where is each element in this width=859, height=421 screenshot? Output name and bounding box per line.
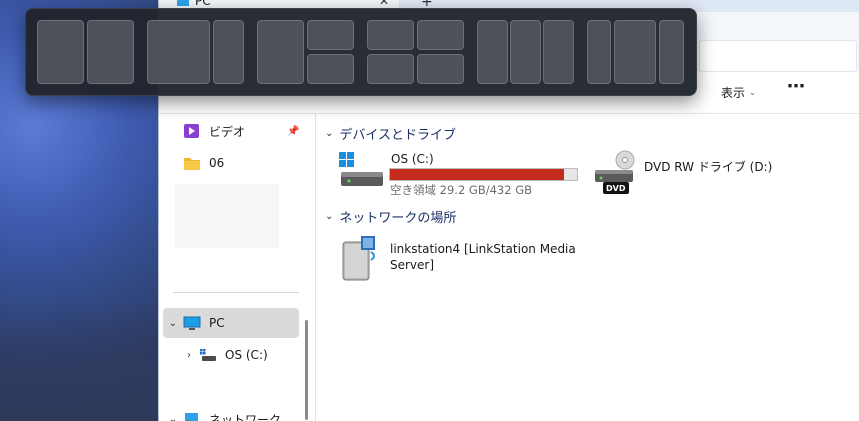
section-title: ネットワークの場所	[339, 211, 457, 226]
dvd-badge: DVD	[606, 184, 626, 193]
network-section-header[interactable]: ⌄ ネットワークの場所	[325, 207, 456, 226]
drive-icon	[199, 347, 219, 363]
navigation-pane: ビデオ 📌 06 ⌄ PC › OS (C:) ⌄ ネットワーク	[159, 114, 315, 421]
sidebar-item-network[interactable]: ⌄ ネットワーク	[163, 404, 299, 421]
snap-zone[interactable]	[147, 20, 210, 84]
folder-icon	[183, 155, 203, 171]
pane-splitter[interactable]	[315, 114, 316, 421]
sidebar-item-06[interactable]: 06	[163, 148, 299, 178]
snap-zone[interactable]	[257, 20, 304, 84]
snap-zone[interactable]	[477, 20, 508, 84]
video-folder-icon	[183, 123, 203, 139]
snap-zone[interactable]	[543, 20, 574, 84]
chevron-down-icon[interactable]: ⌄	[163, 318, 183, 329]
chevron-down-icon: ⌄	[325, 128, 334, 139]
snap-zone[interactable]	[367, 54, 414, 84]
chevron-down-icon: ⌄	[749, 88, 756, 97]
sidebar-item-label: 06	[209, 156, 225, 170]
media-server-icon	[339, 234, 379, 287]
chevron-down-icon: ⌄	[325, 211, 334, 222]
snap-zone[interactable]	[87, 20, 134, 84]
sidebar-item-label: ネットワーク	[209, 412, 282, 421]
snap-zone[interactable]	[614, 20, 656, 84]
snap-layouts-flyout	[25, 8, 697, 96]
snap-zone[interactable]	[307, 54, 354, 84]
tab-close-button[interactable]: ✕	[379, 0, 389, 8]
sidebar-item-videos[interactable]: ビデオ 📌	[163, 116, 299, 146]
snap-layout-halves	[37, 20, 136, 86]
section-title: デバイスとドライブ	[339, 128, 457, 143]
pin-icon: 📌	[287, 125, 300, 137]
network-location-name-line2: Server]	[390, 258, 435, 272]
sidebar-item-label: ビデオ	[209, 124, 246, 139]
view-button[interactable]: 表示 ⌄	[721, 84, 756, 101]
chevron-right-icon[interactable]: ›	[179, 350, 199, 361]
snap-zone[interactable]	[367, 20, 414, 50]
snap-zone[interactable]	[37, 20, 84, 84]
snap-layout-two-thirds	[147, 20, 246, 86]
snap-zone[interactable]	[307, 20, 354, 50]
snap-zone[interactable]	[213, 20, 244, 84]
nav-scrollbar[interactable]	[305, 320, 308, 420]
search-input[interactable]	[699, 40, 857, 72]
tab-title: PC	[195, 0, 211, 8]
drive-c-name: OS (C:)	[391, 152, 434, 166]
snap-layout-left-split	[257, 20, 356, 86]
nav-divider	[173, 292, 299, 293]
snap-layout-center-wide	[587, 20, 686, 86]
windows-drive-icon	[339, 152, 385, 191]
snap-zone[interactable]	[417, 54, 464, 84]
snap-layout-thirds	[477, 20, 576, 86]
drive-c-usage-bar	[389, 168, 578, 181]
snap-zone[interactable]	[659, 20, 684, 84]
sidebar-item-label: PC	[209, 316, 225, 330]
view-label: 表示	[721, 86, 746, 100]
network-location-name-line1: linkstation4 [LinkStation Media	[390, 242, 576, 256]
more-options-button[interactable]: ⋯	[787, 76, 806, 97]
sidebar-item-pc[interactable]: ⌄ PC	[163, 308, 299, 338]
drive-c-usage-fill	[390, 169, 565, 180]
snap-zone[interactable]	[510, 20, 541, 84]
chevron-down-icon[interactable]: ⌄	[163, 414, 183, 421]
dvd-drive-name: DVD RW ドライブ (D:)	[644, 160, 773, 174]
snap-zone[interactable]	[587, 20, 611, 84]
snap-layout-quadrants	[367, 20, 466, 86]
sidebar-item-os-c[interactable]: › OS (C:)	[179, 340, 315, 370]
pc-icon	[183, 315, 203, 331]
devices-section-header[interactable]: ⌄ デバイスとドライブ	[325, 124, 456, 143]
blurred-region	[175, 184, 279, 248]
snap-zone[interactable]	[417, 20, 464, 50]
pc-icon	[177, 0, 189, 6]
network-icon	[183, 411, 203, 421]
drive-c-free-space: 空き領域 29.2 GB/432 GB	[390, 183, 532, 197]
sidebar-item-label: OS (C:)	[225, 348, 268, 362]
